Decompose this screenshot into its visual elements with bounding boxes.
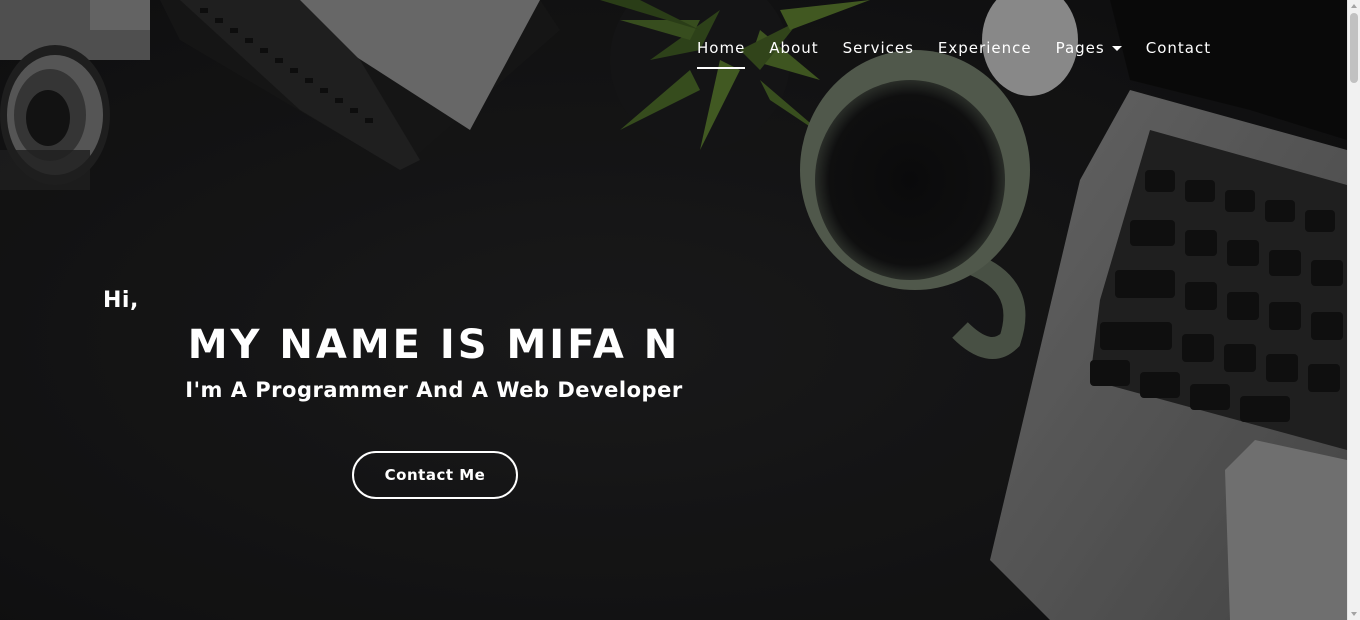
- nav-link-label: Pages: [1055, 39, 1105, 57]
- nav-link-label: Services: [842, 39, 914, 57]
- nav-link-experience[interactable]: Experience: [938, 39, 1032, 57]
- vertical-scrollbar[interactable]: [1347, 0, 1360, 620]
- nav-link-label: Home: [697, 39, 746, 57]
- scroll-down-arrow-icon[interactable]: [1351, 612, 1357, 616]
- nav-dropdown-pages[interactable]: Pages: [1056, 39, 1122, 57]
- scrollbar-thumb[interactable]: [1350, 13, 1358, 83]
- hero-subtitle: I'm A Programmer And A Web Developer: [185, 378, 683, 402]
- hero-greeting: Hi,: [103, 288, 139, 313]
- scroll-up-arrow-icon[interactable]: [1351, 4, 1357, 8]
- nav-link-label: Contact: [1145, 39, 1212, 57]
- nav-link-label: About: [769, 39, 819, 57]
- nav-link-about[interactable]: About: [769, 39, 818, 57]
- caret-down-icon: [1111, 45, 1122, 51]
- contact-me-button-label: Contact Me: [384, 466, 486, 484]
- hero-background-image: [0, 0, 1347, 620]
- main-navigation: Home About Services Experience Pages Con…: [685, 36, 1223, 69]
- nav-link-contact[interactable]: Contact: [1146, 39, 1211, 57]
- nav-link-services[interactable]: Services: [843, 39, 914, 57]
- page: Home About Services Experience Pages Con…: [0, 0, 1360, 620]
- hero-title: MY NAME IS MIFA N: [187, 322, 681, 368]
- nav-link-home[interactable]: Home: [697, 39, 746, 69]
- nav-link-label: Experience: [937, 39, 1032, 57]
- contact-me-button[interactable]: Contact Me: [352, 451, 518, 499]
